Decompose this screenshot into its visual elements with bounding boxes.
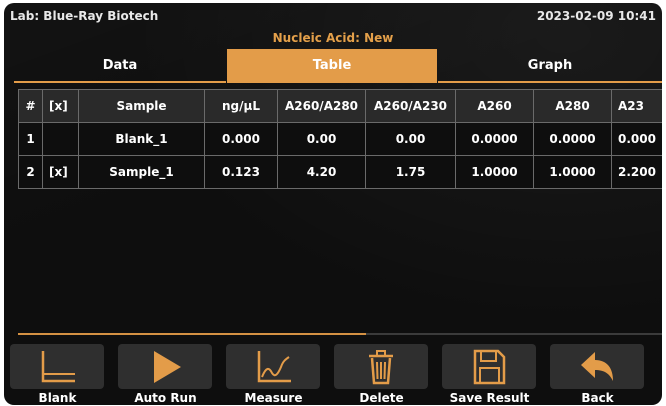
play-icon: [154, 351, 181, 383]
cell-select[interactable]: [x]: [42, 155, 79, 189]
auto-run-button-face: [118, 344, 212, 389]
cell-sample: Blank_1: [78, 122, 205, 156]
scrollbar-thumb[interactable]: [18, 333, 366, 335]
measure-button-label: Measure: [244, 391, 303, 405]
cell-index: 1: [18, 122, 43, 156]
cell-a260-a230: 0.00: [365, 122, 456, 156]
page-subtitle: Nucleic Acid: New: [272, 31, 394, 45]
header-a280[interactable]: A280: [533, 89, 612, 123]
cell-a260: 1.0000: [455, 155, 534, 189]
cell-a260-a230: 1.75: [365, 155, 456, 189]
header-index: #: [18, 89, 43, 123]
back-button-label: Back: [581, 391, 614, 405]
cell-a280: 1.0000: [533, 155, 612, 189]
back-button-face: [550, 344, 644, 389]
save-result-button-label: Save Result: [449, 391, 530, 405]
axes-icon: [41, 351, 75, 383]
results-table-container: # [x] Sample ng/µL A260/A280 A260/A230 A…: [18, 89, 662, 329]
cell-concentration: 0.123: [204, 155, 278, 189]
table-header-row: # [x] Sample ng/µL A260/A280 A260/A230 A…: [18, 89, 662, 123]
back-arrow-icon: [581, 352, 613, 381]
header-a260-a230[interactable]: A260/A230: [365, 89, 456, 123]
header-sample[interactable]: Sample: [78, 89, 205, 123]
table-row[interactable]: 2 [x] Sample_1 0.123 4.20 1.75 1.0000 1.…: [18, 155, 662, 189]
table-row[interactable]: 1 Blank_1 0.000 0.00 0.00 0.0000 0.0000 …: [18, 122, 662, 156]
delete-button-face: [334, 344, 428, 389]
tab-table[interactable]: Table: [227, 49, 437, 83]
cell-select[interactable]: [42, 122, 79, 156]
cell-index: 2: [18, 155, 43, 189]
header-concentration[interactable]: ng/µL: [204, 89, 278, 123]
save-icon: [473, 349, 506, 385]
date-time: 2023-02-09 10:41: [536, 9, 656, 23]
cell-a260-a280: 0.00: [277, 122, 366, 156]
tab-graph[interactable]: Graph: [438, 49, 662, 83]
measure-button[interactable]: Measure: [220, 341, 327, 405]
cell-a230: 0.000: [611, 122, 662, 156]
delete-button[interactable]: Delete: [328, 341, 435, 405]
header-select[interactable]: [x]: [42, 89, 79, 123]
instrument-screen: Lab: Blue-Ray Biotech 2023-02-09 10:41 N…: [4, 3, 662, 405]
back-button[interactable]: Back: [544, 341, 651, 405]
horizontal-scrollbar[interactable]: [18, 333, 662, 335]
save-result-button-face: [442, 344, 536, 389]
save-result-button[interactable]: Save Result: [436, 341, 543, 405]
tab-bar: Data Table Graph: [14, 49, 662, 83]
blank-button[interactable]: Blank: [4, 341, 111, 405]
cell-a280: 0.0000: [533, 122, 612, 156]
lab-name: Lab: Blue-Ray Biotech: [10, 9, 159, 23]
auto-run-button-label: Auto Run: [134, 391, 197, 405]
measure-button-face: [226, 344, 320, 389]
trash-icon: [369, 350, 393, 385]
blank-button-label: Blank: [38, 391, 77, 405]
bottom-toolbar: Blank Auto Run Measure Delete Save Resul…: [4, 341, 662, 405]
cell-a260: 0.0000: [455, 122, 534, 156]
results-table: # [x] Sample ng/µL A260/A280 A260/A230 A…: [18, 89, 662, 189]
line-graph-icon: [257, 351, 291, 383]
blank-button-face: [10, 344, 104, 389]
cell-a230: 2.200: [611, 155, 662, 189]
cell-a260-a280: 4.20: [277, 155, 366, 189]
cell-concentration: 0.000: [204, 122, 278, 156]
header-a230[interactable]: A23: [611, 89, 662, 123]
status-bar: Lab: Blue-Ray Biotech 2023-02-09 10:41: [10, 9, 656, 27]
tab-data[interactable]: Data: [14, 49, 226, 83]
header-a260[interactable]: A260: [455, 89, 534, 123]
header-a260-a280[interactable]: A260/A280: [277, 89, 366, 123]
cell-sample: Sample_1: [78, 155, 205, 189]
auto-run-button[interactable]: Auto Run: [112, 341, 219, 405]
delete-button-label: Delete: [359, 391, 404, 405]
